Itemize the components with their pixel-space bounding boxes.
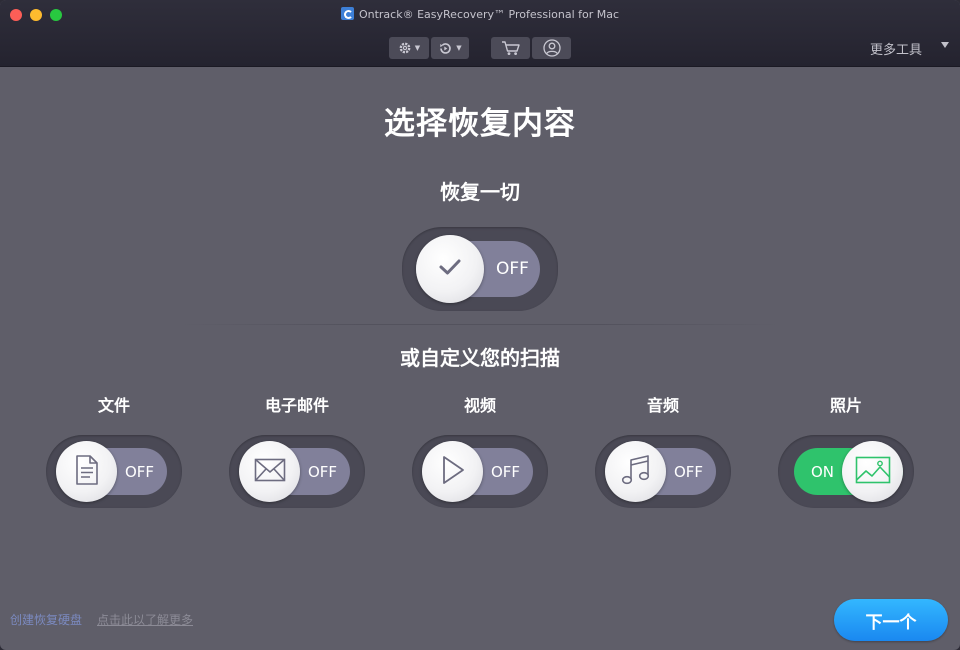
toggle-state-text: OFF [496, 259, 529, 279]
toggle-state-text: OFF [125, 463, 155, 481]
account-icon [542, 39, 561, 57]
section-divider [180, 324, 780, 325]
category-label-audio: 音频 [646, 396, 679, 415]
chevron-down-icon: ▼ [414, 44, 421, 52]
chevron-down-icon[interactable] [941, 42, 949, 48]
toggle-knob[interactable] [842, 441, 903, 502]
next-button[interactable]: 下一个 [834, 599, 948, 641]
create-recovery-drive-link[interactable]: 创建恢复硬盘 [10, 611, 82, 628]
more-tools-menu[interactable]: 更多工具 [870, 39, 922, 58]
toggle-knob[interactable] [422, 441, 483, 502]
category-label-photos: 照片 [829, 396, 862, 415]
chevron-down-icon: ▼ [456, 44, 462, 52]
history-icon [438, 41, 453, 56]
page-title: 选择恢复内容 [384, 106, 576, 142]
category-label-email: 电子邮件 [264, 396, 329, 415]
cart-button[interactable] [491, 37, 530, 59]
title-bar: Ontrack® EasyRecovery™ Professional for … [0, 0, 960, 67]
settings-menu-button[interactable]: ▼ [389, 37, 429, 59]
app-logo-icon [340, 7, 354, 20]
video-toggle[interactable]: OFF [412, 435, 548, 508]
history-menu-button[interactable]: ▼ [431, 37, 469, 59]
category-label-documents: 文件 [97, 396, 130, 415]
checkmark-icon [438, 257, 462, 281]
audio-toggle[interactable]: OFF [595, 435, 731, 508]
toggle-state-text: ON [811, 463, 835, 481]
photo-icon [855, 456, 891, 488]
email-toggle[interactable]: OFF [229, 435, 365, 508]
learn-more-link[interactable]: 点击此以了解更多 [97, 611, 193, 628]
toolbar-settings-group: ▼ ▼ [389, 37, 469, 59]
photos-toggle[interactable]: ON [778, 435, 914, 508]
play-icon [440, 455, 466, 489]
recover-all-toggle[interactable]: OFF [402, 227, 558, 311]
cart-icon [501, 40, 521, 56]
music-note-icon [621, 454, 651, 490]
window-title: Ontrack® EasyRecovery™ Professional for … [358, 8, 620, 21]
gear-icon [398, 41, 412, 55]
toggle-knob[interactable] [56, 441, 117, 502]
document-icon [74, 454, 100, 490]
documents-toggle[interactable]: OFF [46, 435, 182, 508]
toggle-knob[interactable] [605, 441, 666, 502]
toggle-state-text: OFF [674, 463, 704, 481]
envelope-icon [254, 458, 286, 486]
window-title-area: Ontrack® EasyRecovery™ Professional for … [0, 6, 960, 24]
toggle-state-text: OFF [491, 463, 521, 481]
category-label-video: 视频 [463, 396, 496, 415]
account-button[interactable] [532, 37, 571, 59]
app-window: Ontrack® EasyRecovery™ Professional for … [0, 0, 960, 650]
recover-all-label: 恢复一切 [440, 180, 520, 204]
custom-scan-label: 或自定义您的扫描 [400, 346, 560, 370]
toolbar-account-group [491, 37, 571, 59]
toggle-knob[interactable] [416, 235, 484, 303]
toggle-state-text: OFF [308, 463, 338, 481]
toggle-knob[interactable] [239, 441, 300, 502]
